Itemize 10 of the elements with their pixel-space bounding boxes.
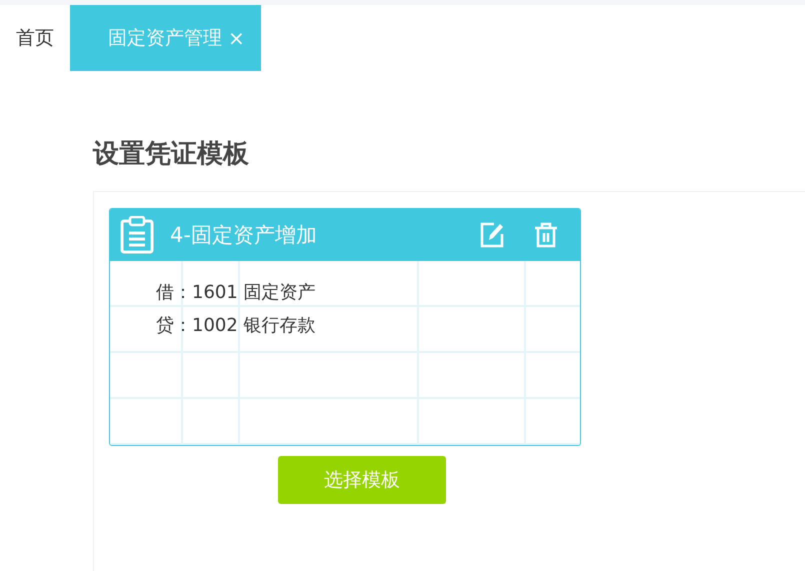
entry-text: 借：1601 固定资产 [156, 281, 316, 305]
page-title: 设置凭证模板 [93, 139, 250, 169]
select-template-button[interactable]: 选择模板 [278, 456, 446, 504]
template-title: 4-固定资产增加 [170, 222, 318, 249]
edit-icon[interactable] [480, 222, 504, 248]
entry-text: 贷：1002 银行存款 [156, 314, 316, 338]
close-icon[interactable]: × [228, 26, 245, 50]
delete-icon[interactable] [534, 222, 558, 248]
tab[interactable]: 固定资产管理 × [70, 5, 261, 71]
clipboard-icon [120, 216, 154, 254]
